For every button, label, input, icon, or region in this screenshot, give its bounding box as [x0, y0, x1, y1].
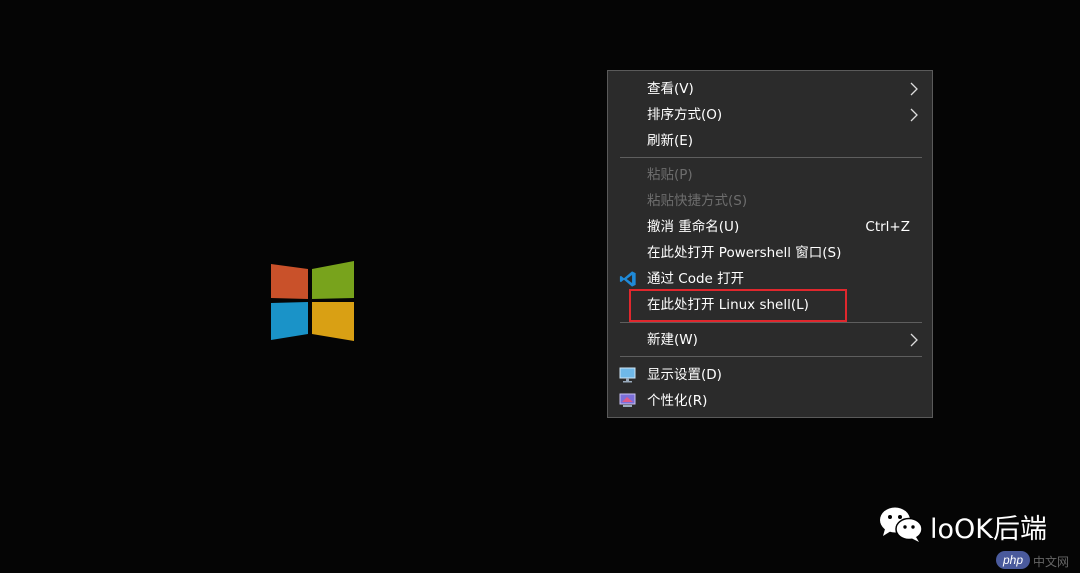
menu-separator	[620, 322, 922, 323]
menu-item-label: 排序方式(O)	[647, 107, 723, 123]
menu-item-label: 撤消 重命名(U)	[647, 219, 740, 235]
site-label: 中文网	[1033, 555, 1070, 569]
chevron-right-icon	[910, 108, 918, 122]
personalize-icon	[619, 393, 636, 407]
menu-separator	[620, 356, 922, 357]
menu-item-label: 显示设置(D)	[647, 367, 722, 383]
display-settings-icon	[619, 367, 636, 383]
menu-item-label: 个性化(R)	[647, 393, 708, 409]
menu-item-label: 查看(V)	[647, 81, 694, 97]
menu-item-label: 粘贴快捷方式(S)	[647, 193, 748, 209]
wechat-icon	[880, 507, 923, 542]
menu-item-paste-shortcut[interactable]: 粘贴快捷方式(S)	[608, 188, 932, 214]
menu-item-open-powershell[interactable]: 在此处打开 Powershell 窗口(S)	[608, 240, 932, 266]
context-menu: 查看(V) 排序方式(O) 刷新(E) 粘贴(P) 粘贴快捷方式(S) 撤消 重…	[607, 70, 933, 418]
chevron-right-icon	[910, 82, 918, 96]
menu-item-label: 在此处打开 Powershell 窗口(S)	[647, 245, 842, 261]
menu-item-personalize[interactable]: 个性化(R)	[608, 388, 932, 414]
menu-item-shortcut: Ctrl+Z	[865, 219, 910, 235]
highlight-annotation-box	[629, 289, 847, 322]
watermark-text: loOK后端	[930, 514, 1047, 545]
php-badge: php	[996, 551, 1030, 569]
menu-item-refresh[interactable]: 刷新(E)	[608, 128, 932, 154]
menu-item-display-settings[interactable]: 显示设置(D)	[608, 362, 932, 388]
menu-item-label: 新建(W)	[647, 332, 698, 348]
windows-logo-icon	[271, 261, 354, 341]
menu-item-sort-by[interactable]: 排序方式(O)	[608, 102, 932, 128]
menu-item-view[interactable]: 查看(V)	[608, 76, 932, 102]
menu-item-paste[interactable]: 粘贴(P)	[608, 162, 932, 188]
menu-item-undo-rename[interactable]: 撤消 重命名(U) Ctrl+Z	[608, 214, 932, 240]
chevron-right-icon	[910, 333, 918, 347]
menu-item-label: 粘贴(P)	[647, 167, 693, 183]
vscode-icon	[619, 271, 636, 287]
menu-separator	[620, 157, 922, 158]
menu-item-new[interactable]: 新建(W)	[608, 327, 932, 353]
menu-item-label: 刷新(E)	[647, 133, 694, 149]
